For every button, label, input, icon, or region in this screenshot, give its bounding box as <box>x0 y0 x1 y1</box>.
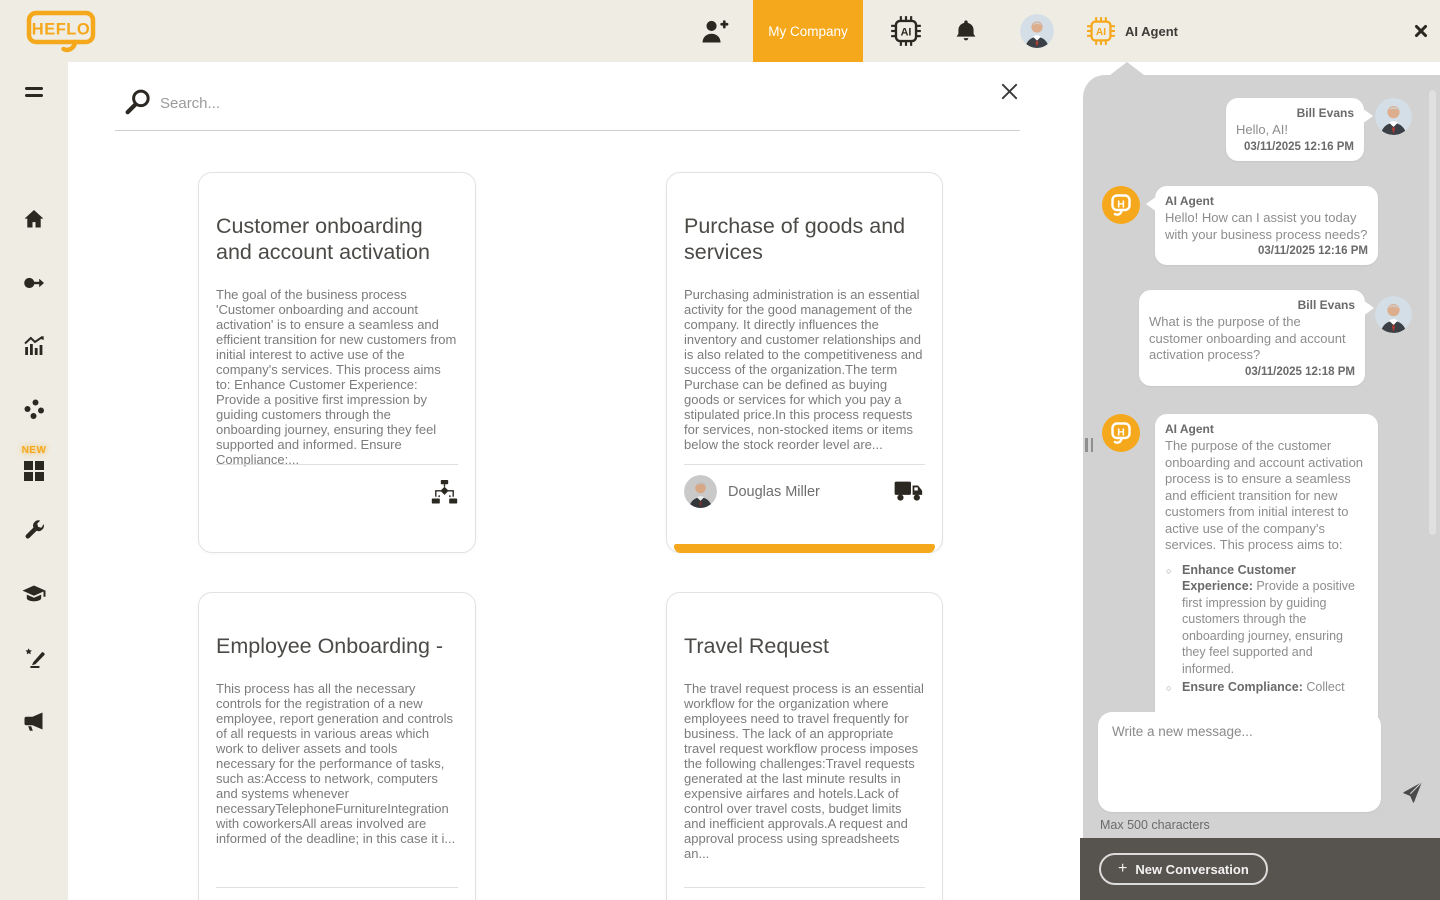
my-company-button[interactable]: My Company <box>753 0 863 62</box>
sidebar-item-analytics[interactable] <box>0 334 68 358</box>
message-bullet-list: Enhance Customer Experience: Provide a p… <box>1165 562 1368 696</box>
card-accent-bar <box>674 544 935 553</box>
search-input[interactable] <box>160 86 860 120</box>
search-underline <box>115 130 1020 131</box>
message-author: AI Agent <box>1165 422 1214 436</box>
chat-message-user: Bill Evans What is the purpose of the cu… <box>1139 290 1374 386</box>
bullet-item: Ensure Compliance: Collect <box>1165 679 1368 696</box>
message-author: Bill Evans <box>1297 298 1355 312</box>
truck-icon <box>894 478 925 503</box>
user-avatar <box>1375 296 1412 333</box>
message-text: What is the purpose of the customer onbo… <box>1149 314 1346 362</box>
ai-agent-panel: Bill Evans Hello, AI! 03/11/2025 12:16 P… <box>1080 62 1440 900</box>
svg-text:AI: AI <box>1096 27 1106 38</box>
ai-agent-label: AI Agent <box>1125 23 1178 39</box>
sidebar-item-process[interactable] <box>0 271 68 295</box>
sidebar-item-signature[interactable] <box>0 646 68 670</box>
message-author: Bill Evans <box>1296 106 1354 120</box>
new-conversation-label: New Conversation <box>1135 861 1249 877</box>
sidebar: NEW <box>0 62 68 900</box>
process-card-customer-onboarding[interactable]: Customer onboarding and account activati… <box>198 172 476 553</box>
message-timestamp: 03/11/2025 12:18 PM <box>1245 365 1355 378</box>
process-card-employee-onboarding[interactable]: Employee Onboarding - This process has a… <box>198 592 476 900</box>
card-divider <box>216 887 458 888</box>
panel-resize-handle[interactable] <box>1085 438 1093 452</box>
ai-agent-toggle[interactable]: AI AI Agent <box>1086 0 1178 62</box>
card-description: The travel request process is an essenti… <box>684 681 924 861</box>
message-text: Hello, AI! <box>1236 122 1289 137</box>
svg-text:HEFLO: HEFLO <box>32 21 90 39</box>
chat-panel-body: Bill Evans Hello, AI! 03/11/2025 12:16 P… <box>1080 75 1440 900</box>
card-title: Employee Onboarding - <box>216 634 444 658</box>
top-bar: HEFLO My Company AI AI AI Agent <box>0 0 1440 62</box>
message-timestamp: 03/11/2025 12:16 PM <box>1258 245 1368 257</box>
sidebar-item-tools-wrench[interactable] <box>0 518 68 542</box>
process-card-travel-request[interactable]: Travel Request The travel request proces… <box>666 592 943 900</box>
message-author: AI Agent <box>1165 194 1214 208</box>
sidebar-item-home[interactable] <box>0 207 68 231</box>
ai-chip-button[interactable]: AI <box>889 0 923 62</box>
heflo-logo[interactable]: HEFLO <box>26 8 98 56</box>
ai-agent-avatar: H <box>1102 186 1140 224</box>
card-description: This process has all the necessary contr… <box>216 681 456 846</box>
svg-text:H: H <box>1117 199 1125 211</box>
chat-panel-tail <box>1110 62 1144 75</box>
owner-name: Douglas Miller <box>728 483 820 500</box>
card-title: Customer onboarding and account activati… <box>216 214 430 264</box>
card-title: Travel Request <box>684 634 829 658</box>
message-input[interactable] <box>1098 712 1381 812</box>
user-avatar <box>1375 98 1412 135</box>
chat-message-ai: AI Agent Hello! How can I assist you tod… <box>1146 186 1378 265</box>
new-conversation-button[interactable]: + New Conversation <box>1099 853 1268 885</box>
chat-message-user: Bill Evans Hello, AI! 03/11/2025 12:16 P… <box>1226 98 1373 161</box>
chat-footer: + New Conversation <box>1080 838 1440 900</box>
menu-toggle-icon[interactable] <box>0 86 68 99</box>
owner-avatar <box>684 475 717 508</box>
sidebar-item-apps-grid[interactable] <box>0 460 68 482</box>
max-chars-hint: Max 500 characters <box>1100 818 1210 832</box>
card-owner: Douglas Miller <box>684 475 820 508</box>
message-text: The purpose of the customer onboarding a… <box>1165 438 1364 552</box>
svg-text:AI: AI <box>901 26 912 38</box>
chat-scrollbar[interactable] <box>1429 90 1436 535</box>
sidebar-item-academy[interactable] <box>0 582 68 606</box>
notifications-bell-icon[interactable] <box>951 0 981 62</box>
send-icon[interactable] <box>1399 781 1423 805</box>
workflow-diagram-icon <box>431 479 458 505</box>
card-divider <box>684 464 925 465</box>
user-avatar[interactable] <box>1020 14 1054 48</box>
search-icon <box>124 88 152 118</box>
card-divider <box>684 887 925 888</box>
ai-agent-avatar: H <box>1102 414 1140 452</box>
plus-icon: + <box>1118 860 1128 877</box>
close-icon[interactable] <box>1408 0 1434 62</box>
new-badge: NEW <box>21 445 47 456</box>
card-description: The goal of the business process 'Custom… <box>216 287 457 467</box>
message-text: Hello! How can I assist you today with y… <box>1165 210 1368 242</box>
add-person-button[interactable] <box>695 0 735 62</box>
process-card-purchase-goods[interactable]: Purchase of goods and services Purchasin… <box>666 172 943 553</box>
message-timestamp: 03/11/2025 12:16 PM <box>1244 140 1354 153</box>
sidebar-item-announcements[interactable] <box>0 709 68 733</box>
search-close-icon[interactable] <box>998 80 1021 103</box>
sidebar-item-cluster[interactable] <box>0 397 68 421</box>
card-description: Purchasing administration is an essentia… <box>684 287 923 452</box>
svg-text:H: H <box>1117 427 1125 439</box>
card-title: Purchase of goods and services <box>684 214 906 264</box>
bullet-item: Enhance Customer Experience: Provide a p… <box>1165 562 1368 678</box>
ai-agent-chip-icon: AI <box>1086 16 1116 46</box>
card-divider <box>216 464 458 465</box>
